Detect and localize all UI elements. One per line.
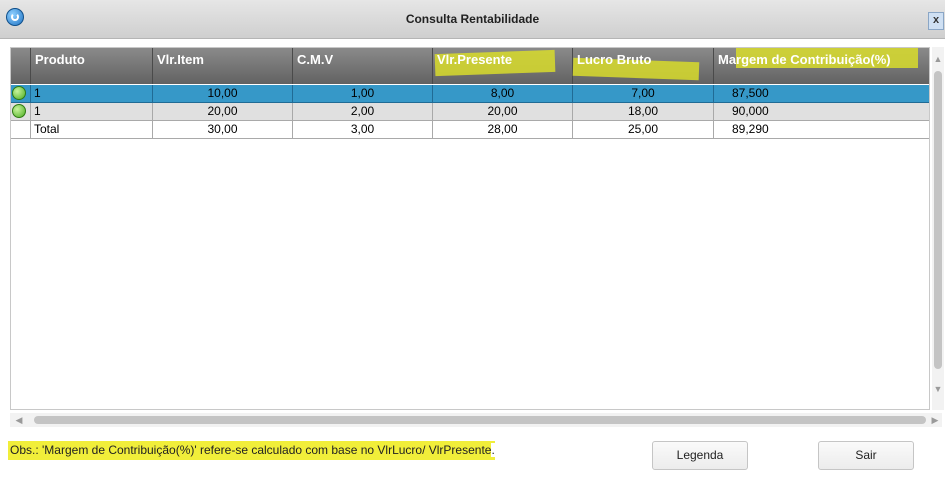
rentabilidade-grid: Produto Vlr.Item C.M.V Vlr.Presente Lucr… xyxy=(10,47,930,410)
cell-vlr-item: 20,00 xyxy=(153,103,293,121)
header-margem[interactable]: Margem de Contribuição(%) xyxy=(714,48,929,84)
scroll-down-icon[interactable]: ▼ xyxy=(932,383,944,395)
table-row[interactable]: 1 20,00 2,00 20,00 18,00 90,000 xyxy=(11,103,929,121)
scroll-right-icon[interactable]: ▶ xyxy=(928,413,942,427)
observation-note: Obs.: 'Margem de Contribuição(%)' refere… xyxy=(8,441,495,460)
cell-lucro-bruto: 7,00 xyxy=(573,85,714,103)
scroll-left-icon[interactable]: ◀ xyxy=(12,413,26,427)
table-row[interactable]: 1 10,00 1,00 8,00 7,00 87,500 xyxy=(11,85,929,103)
cell-cmv: 1,00 xyxy=(293,85,433,103)
green-status-icon xyxy=(12,104,26,118)
header-vlr-item[interactable]: Vlr.Item xyxy=(153,48,293,84)
cell-total-label: Total xyxy=(31,121,153,139)
status-cell xyxy=(11,103,31,121)
cell-vlr-presente: 28,00 xyxy=(433,121,573,139)
legend-button[interactable]: Legenda xyxy=(652,441,748,470)
cell-lucro-bruto: 25,00 xyxy=(573,121,714,139)
status-cell xyxy=(11,85,31,103)
header-lucro-bruto[interactable]: Lucro Bruto xyxy=(572,48,714,84)
scroll-up-icon[interactable]: ▲ xyxy=(932,53,944,65)
cell-cmv: 3,00 xyxy=(293,121,433,139)
horizontal-scrollbar[interactable]: ◀ ▶ xyxy=(10,413,942,427)
cell-produto: 1 xyxy=(31,103,153,121)
cell-vlr-item: 30,00 xyxy=(153,121,293,139)
horizontal-scroll-thumb[interactable] xyxy=(34,416,926,424)
exit-button[interactable]: Sair xyxy=(818,441,914,470)
observation-note-text: Obs.: 'Margem de Contribuição(%)' refere… xyxy=(10,443,492,457)
vertical-scrollbar[interactable]: ▲ ▼ xyxy=(932,47,944,410)
cell-cmv: 2,00 xyxy=(293,103,433,121)
cell-margem: 89,290 xyxy=(714,121,929,139)
header-vlr-presente[interactable]: Vlr.Presente xyxy=(433,48,573,84)
header-cmv[interactable]: C.M.V xyxy=(293,48,433,84)
title-bar: Consulta Rentabilidade x xyxy=(0,0,945,39)
status-cell xyxy=(11,121,31,139)
cell-vlr-presente: 20,00 xyxy=(433,103,573,121)
cell-margem: 87,500 xyxy=(714,85,929,103)
cell-margem: 90,000 xyxy=(714,103,929,121)
grid-header: Produto Vlr.Item C.M.V Vlr.Presente Lucr… xyxy=(11,48,929,84)
cell-vlr-item: 10,00 xyxy=(153,85,293,103)
window-title: Consulta Rentabilidade xyxy=(405,12,540,26)
close-button[interactable]: x xyxy=(928,12,944,30)
total-row[interactable]: Total 30,00 3,00 28,00 25,00 89,290 xyxy=(11,121,929,139)
cell-produto: 1 xyxy=(31,85,153,103)
header-produto[interactable]: Produto xyxy=(31,48,153,84)
observation-note-tail: . xyxy=(491,443,495,457)
cell-vlr-presente: 8,00 xyxy=(433,85,573,103)
vertical-scroll-thumb[interactable] xyxy=(934,71,942,369)
green-status-icon xyxy=(12,86,26,100)
cell-lucro-bruto: 18,00 xyxy=(573,103,714,121)
header-status-column xyxy=(11,48,31,84)
